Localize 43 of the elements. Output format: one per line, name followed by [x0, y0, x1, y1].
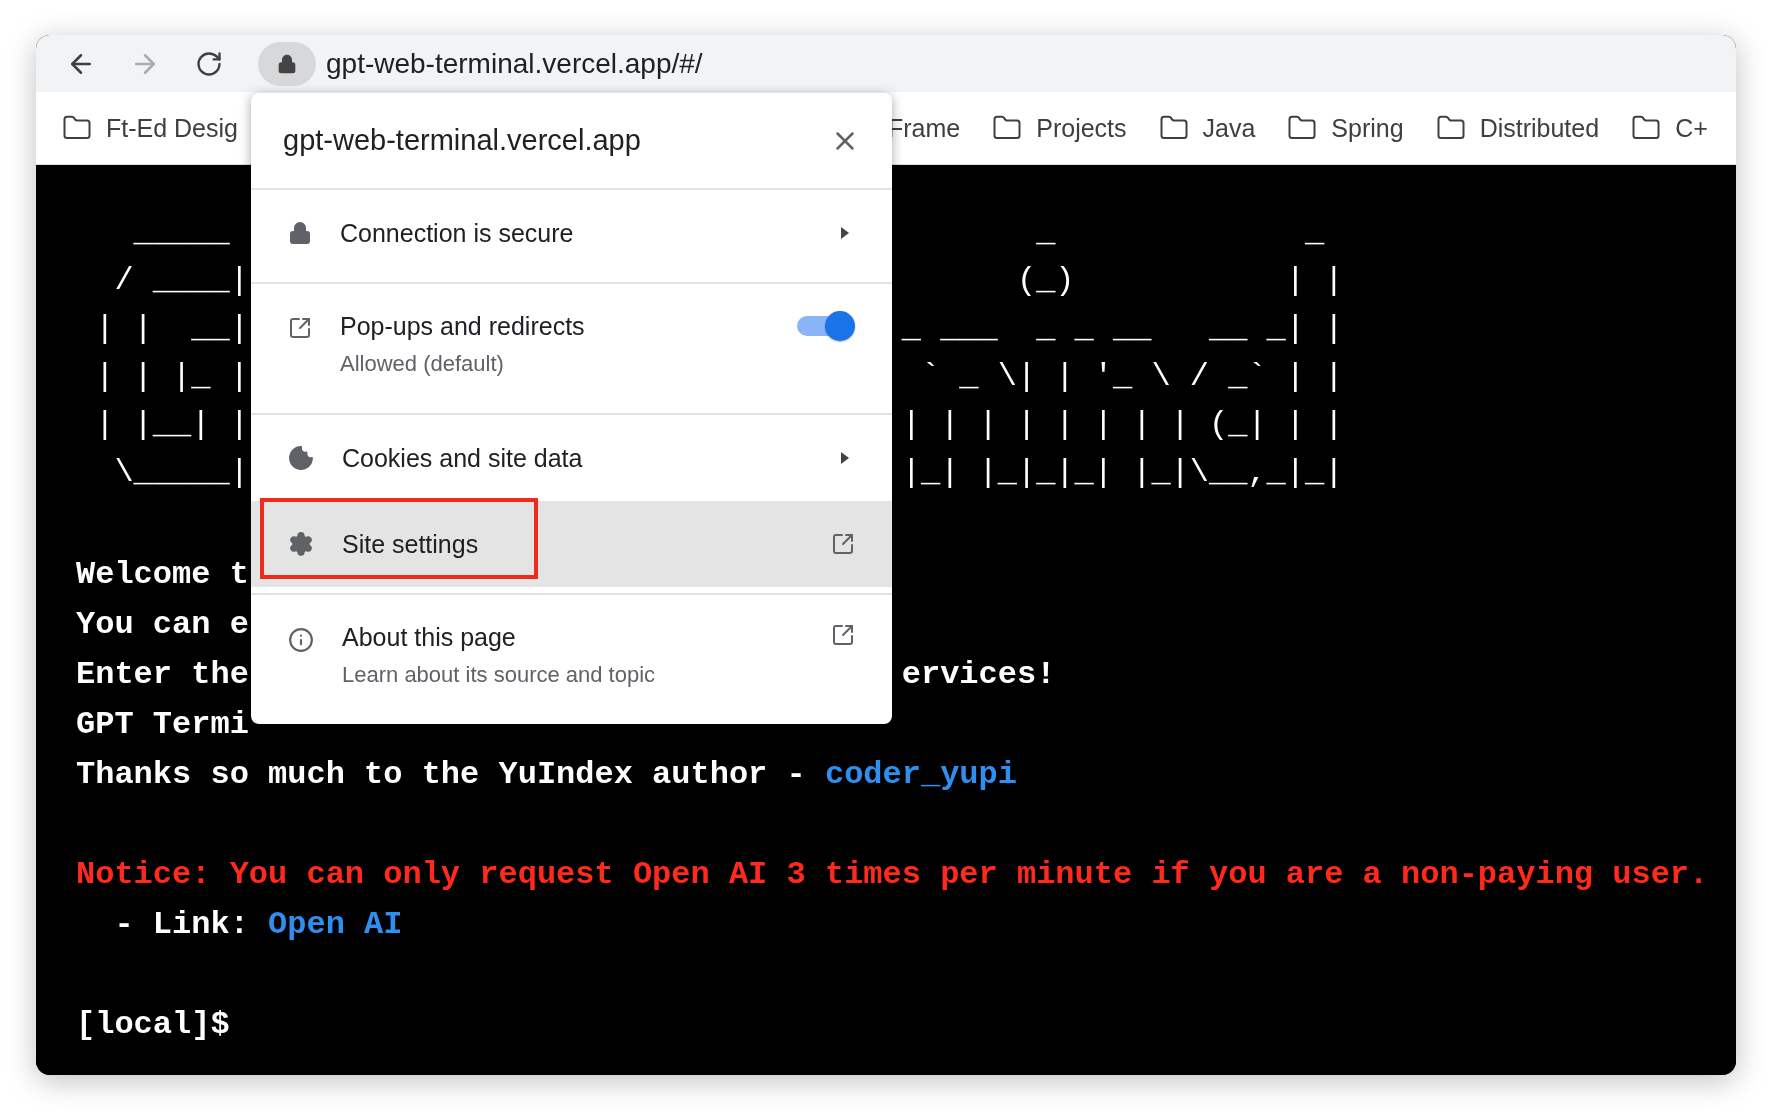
- notice-text: Notice: You can only request Open AI 3 times per minute if you are a non-paying user.: [76, 855, 1709, 893]
- ascii-art-text: | | __|: [94, 309, 249, 347]
- terminal-line: [local]$: [76, 1005, 230, 1043]
- ascii-art-text: ` _ \| | '_ \ / _` | |: [919, 357, 1344, 395]
- terminal-line: GPT Termi: [76, 705, 249, 743]
- bookmark-item[interactable]: C+: [1675, 113, 1708, 143]
- ascii-art-text: | |__| |: [94, 405, 249, 443]
- popup-title: gpt-web-terminal.vercel.app: [283, 124, 641, 157]
- menu-item-label: About this page: [342, 623, 517, 652]
- bookmark-item[interactable]: Ft-Ed Desig: [106, 113, 238, 143]
- bookmark-item[interactable]: Spring: [1331, 113, 1404, 143]
- terminal-line: Welcome t: [76, 555, 249, 593]
- menu-item-description: Learn about its source and topic: [342, 662, 657, 688]
- popup-menu-item[interactable]: Cookies and site data: [251, 415, 892, 501]
- menu-item-label: Pop-ups and redirects: [340, 312, 586, 341]
- ascii-art-text: _ ___ _ _ __ __ _| |: [901, 309, 1344, 347]
- terminal-link[interactable]: coder_yupi: [824, 755, 1017, 793]
- popup-menu-item[interactable]: Pop-ups and redirects Allowed (default): [251, 284, 892, 407]
- ascii-art-text: | | | | | | | | (_| | |: [901, 405, 1344, 443]
- terminal-line: You can e: [76, 605, 249, 643]
- terminal-line: ervices!: [901, 655, 1056, 693]
- terminal-line: Thanks so much to the YuIndex author - coder_yupi: [76, 755, 1017, 793]
- bookmark-item[interactable]: Projects: [1036, 113, 1127, 143]
- bookmark-item[interactable]: Distributed: [1479, 113, 1600, 143]
- menu-item-label: Cookies and site data: [342, 443, 584, 473]
- ascii-art-text: _ _: [1035, 213, 1325, 251]
- popup-menu-item[interactable]: About this page Learn about its source and topic: [251, 595, 892, 718]
- url-text[interactable]: gpt-web-terminal.vercel.app/#/: [326, 47, 703, 80]
- ascii-art-text: \_____|: [113, 453, 249, 491]
- menu-item-label: Connection is secure: [340, 218, 575, 248]
- terminal-line: - Link: Open AI: [113, 905, 403, 943]
- menu-item-description: Allowed (default): [340, 351, 505, 377]
- ascii-art-text: (_) | |: [1015, 261, 1344, 299]
- ascii-art-text: / ____|: [113, 261, 249, 299]
- popup-menu-item[interactable]: Site settings: [251, 501, 892, 587]
- terminal-line: Enter the: [76, 655, 249, 693]
- menu-item-label: Site settings: [342, 529, 480, 559]
- terminal-link[interactable]: Open AI: [268, 905, 403, 943]
- bookmark-item[interactable]: Java: [1202, 113, 1256, 143]
- ascii-art-text: _____: [132, 213, 230, 251]
- ascii-art-text: |_| |_|_|_| |_|\__,_|_|: [901, 453, 1344, 491]
- popup-menu-item[interactable]: Connection is secure: [251, 190, 892, 276]
- ascii-art-text: | | |_ |: [94, 357, 249, 395]
